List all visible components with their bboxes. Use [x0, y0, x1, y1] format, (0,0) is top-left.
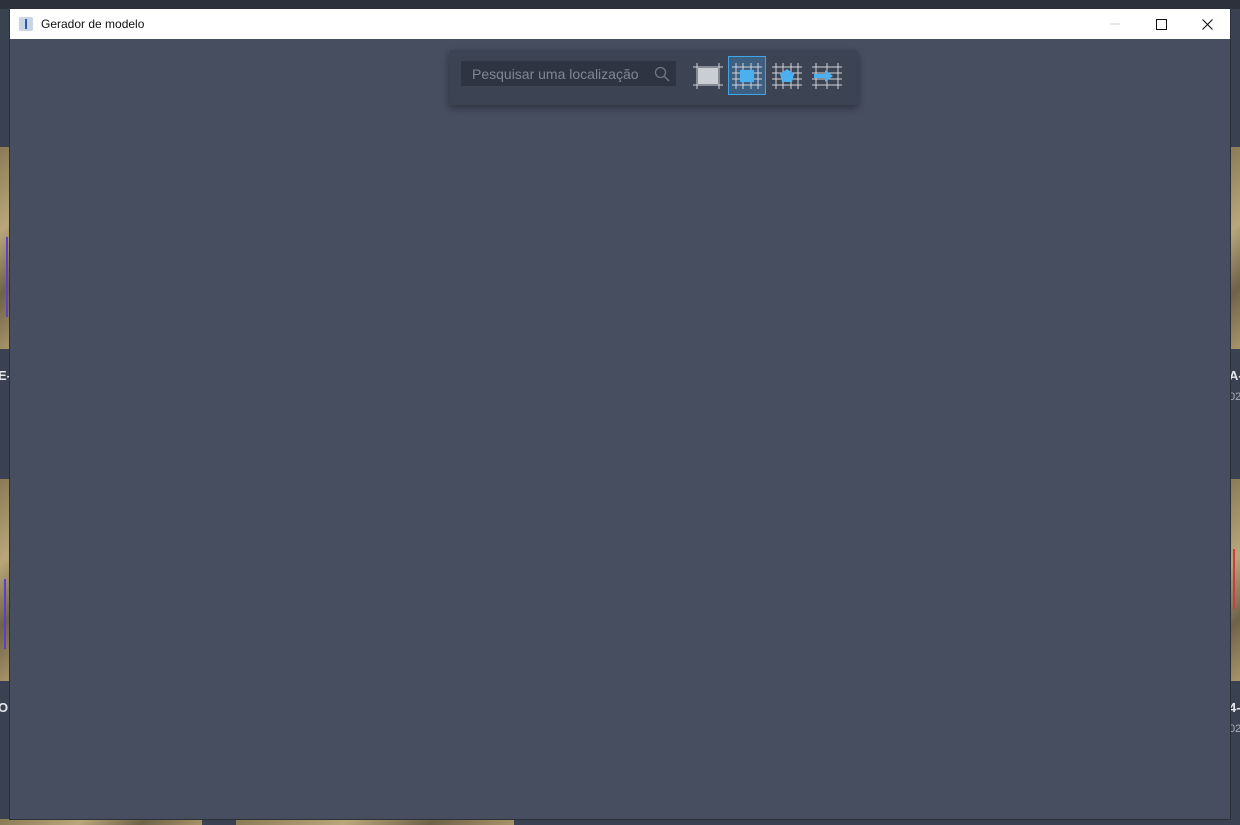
- minimize-button[interactable]: [1092, 9, 1138, 39]
- app-icon: [19, 17, 33, 31]
- maximize-button[interactable]: [1138, 9, 1184, 39]
- full-extent-icon: [693, 62, 723, 89]
- background-thumbnail: [1230, 147, 1240, 349]
- search-icon[interactable]: [654, 66, 670, 82]
- model-builder-window: Gerador de modelo: [10, 9, 1230, 819]
- background-thumbnail: [0, 479, 10, 681]
- map-canvas[interactable]: [10, 39, 1230, 819]
- location-search-input[interactable]: [461, 65, 654, 82]
- background-app-header: [0, 0, 1240, 9]
- background-thumbnail: [1230, 479, 1240, 681]
- rectangle-select-icon: [732, 62, 762, 89]
- location-search: [461, 61, 676, 86]
- window-controls: [1092, 9, 1230, 39]
- background-card-title: A-: [1229, 368, 1240, 383]
- import-boundary-button[interactable]: [808, 56, 846, 95]
- polygon-select-button[interactable]: [768, 56, 806, 95]
- rectangle-select-button[interactable]: [728, 56, 766, 95]
- map-toolbar: [449, 50, 858, 105]
- background-thumbnail: [0, 147, 10, 349]
- maximize-icon: [1155, 18, 1167, 30]
- window-title: Gerador de modelo: [41, 17, 145, 31]
- background-card-title: O: [0, 700, 9, 715]
- full-extent-button[interactable]: [689, 56, 727, 95]
- title-bar[interactable]: Gerador de modelo: [10, 9, 1230, 39]
- minimize-icon: [1110, 23, 1120, 25]
- background-thumbnail: [236, 819, 514, 825]
- background-thumbnail: [0, 819, 202, 825]
- background-card-subtitle: 02: [1229, 723, 1240, 735]
- close-icon: [1201, 18, 1213, 30]
- background-card-subtitle: 02: [1229, 391, 1240, 403]
- close-button[interactable]: [1184, 9, 1230, 39]
- background-card-title: 4-: [1229, 700, 1240, 715]
- polygon-select-icon: [772, 62, 802, 89]
- import-boundary-icon: [812, 62, 842, 89]
